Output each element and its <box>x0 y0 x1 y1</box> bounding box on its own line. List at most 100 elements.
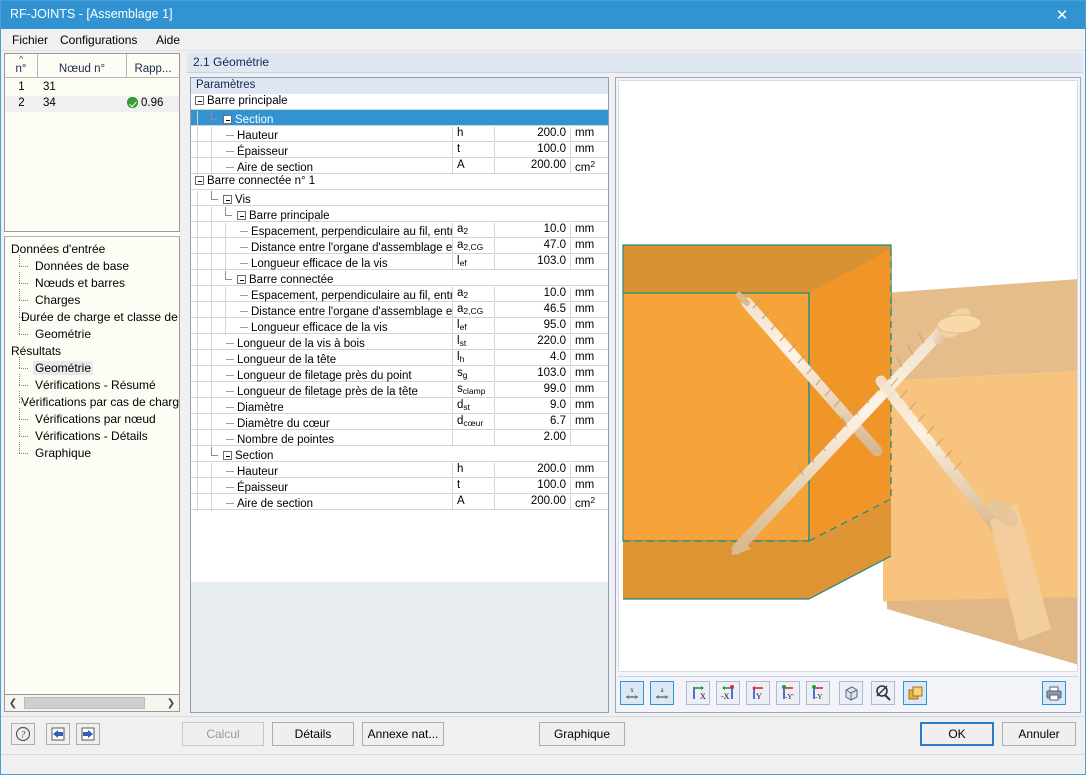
view-x-button[interactable]: X <box>686 681 710 705</box>
3d-viewport[interactable] <box>618 80 1078 672</box>
tree-line-icon <box>19 288 33 307</box>
view-minus-y-button[interactable]: -Y <box>806 681 830 705</box>
tree-item-duree-de-charge[interactable]: Durée de charge et classe de s <box>5 305 179 325</box>
collapse-expander-icon[interactable] <box>223 195 232 204</box>
parameter-symbol: h <box>452 463 494 478</box>
tree-item-verifications-cas-de-charge[interactable]: Vérifications par cas de charge <box>5 390 179 410</box>
tree-item-geometrie-resultats[interactable]: Geométrie <box>5 356 179 376</box>
parameter-row[interactable]: Aire de section A 200.00 cm2 <box>191 494 608 511</box>
close-icon[interactable]: ✕ <box>1039 1 1085 29</box>
parameter-label-text: Longueur de la vis à bois <box>237 338 365 350</box>
collapse-expander-icon[interactable] <box>237 211 246 220</box>
table-row[interactable]: 1 31 <box>5 80 179 96</box>
parameter-row[interactable]: Hauteur h 200.0 mm <box>191 126 608 143</box>
parameter-row[interactable]: Longueur efficace de la vis lef 103.0 mm <box>191 254 608 271</box>
tree-item-donnees-de-base[interactable]: Données de base <box>5 254 179 274</box>
parameter-row[interactable]: Épaisseur t 100.0 mm <box>191 142 608 159</box>
collapse-expander-icon[interactable] <box>237 275 246 284</box>
dimension-x-button[interactable]: x <box>620 681 644 705</box>
help-button[interactable]: ? <box>11 723 35 745</box>
tree-group-donnees-entree[interactable]: Données d'entrée <box>5 240 179 257</box>
tree-item-verifications-details[interactable]: Vérifications - Détails <box>5 424 179 444</box>
isometric-view-button[interactable] <box>839 681 863 705</box>
parameter-group-row[interactable]: Vis <box>191 190 608 207</box>
parameter-group-row[interactable]: Section <box>191 110 608 127</box>
scroll-left-icon[interactable]: ❮ <box>5 695 21 711</box>
left-panel-horizontal-scrollbar[interactable]: ❮ ❯ <box>4 694 180 712</box>
parameter-row[interactable]: Hauteur h 200.0 mm <box>191 462 608 479</box>
status-bar <box>1 754 1085 774</box>
menu-item-configurations[interactable]: Configurations <box>53 32 144 49</box>
collapse-expander-icon[interactable] <box>223 115 232 124</box>
parameter-row[interactable]: Espacement, perpendiculaire au fil, entr… <box>191 286 608 303</box>
tree-item-verifications-par-noeud[interactable]: Vérifications par nœud <box>5 407 179 427</box>
parameter-row[interactable]: Diamètre dst 9.0 mm <box>191 398 608 415</box>
annexe-nationale-button[interactable]: Annexe nat... <box>362 722 444 746</box>
tree-item-geometrie-entree[interactable]: Geométrie <box>5 322 179 342</box>
tree-item-verifications-resume[interactable]: Vérifications - Résumé <box>5 373 179 393</box>
cancel-button[interactable]: Annuler <box>1002 722 1076 746</box>
parameter-row[interactable]: Espacement, perpendiculaire au fil, entr… <box>191 222 608 239</box>
view-minus-x-button[interactable]: -X <box>716 681 740 705</box>
tree-item-label: Nœuds et barres <box>35 275 126 290</box>
parameter-label-text: Diamètre <box>237 402 284 414</box>
parameter-symbol: a2,CG <box>452 303 494 318</box>
grid-col-ratio[interactable]: Rapp... <box>127 54 179 77</box>
previous-button[interactable] <box>46 723 70 745</box>
tree-guide-icon <box>209 415 223 431</box>
tree-group-resultats[interactable]: Résultats <box>5 342 179 359</box>
graphique-button[interactable]: Graphique <box>539 722 625 746</box>
scrollbar-thumb[interactable] <box>24 697 145 709</box>
grid-cell-node: 31 <box>43 81 56 93</box>
tree-guide-icon <box>195 319 209 335</box>
dimension-a-button[interactable]: a <box>650 681 674 705</box>
parameter-value: 46.5 <box>494 303 570 318</box>
tree-guide-icon <box>195 223 209 239</box>
parameter-row[interactable]: Nombre de pointes 2.00 <box>191 430 608 447</box>
zoom-reset-button[interactable] <box>871 681 895 705</box>
view-y-button[interactable]: Y <box>746 681 770 705</box>
parameter-label: Section <box>191 111 608 127</box>
parameter-row[interactable]: Distance entre l'organe d'assemblage et … <box>191 302 608 319</box>
tree-guide-icon <box>223 287 237 303</box>
collapse-expander-icon[interactable] <box>223 451 232 460</box>
print-graphic-button[interactable] <box>1042 681 1066 705</box>
grid-col-node[interactable]: Nœud n° <box>38 54 127 77</box>
tree-item-noeuds-et-barres[interactable]: Nœuds et barres <box>5 271 179 291</box>
parameter-group-row[interactable]: Barre principale <box>191 206 608 223</box>
parameter-row[interactable]: Diamètre du cœur dcœur 6.7 mm <box>191 414 608 431</box>
tree-guide-icon <box>223 239 237 255</box>
parameter-row[interactable]: Longueur de filetage près de la tête scla… <box>191 382 608 399</box>
parameter-label-text: Distance entre l'organe d'assemblage et … <box>251 242 452 254</box>
parameters-table-header: Paramètres <box>191 78 608 94</box>
details-button[interactable]: Détails <box>272 722 354 746</box>
parameter-row[interactable]: Longueur efficace de la vis lef 95.0 mm <box>191 318 608 335</box>
table-row[interactable]: 2 34 0.96 <box>5 96 179 112</box>
parameter-group-row[interactable]: Section <box>191 446 608 463</box>
parameter-row[interactable]: Épaisseur t 100.0 mm <box>191 478 608 495</box>
parameter-value: 6.7 <box>494 415 570 430</box>
parameter-row[interactable]: Longueur de filetage près du point sg 103.… <box>191 366 608 383</box>
parameter-group-row[interactable]: Barre connectée n° 1 <box>191 174 608 190</box>
view-minus-y-prime-button[interactable]: -Y' <box>776 681 800 705</box>
collapse-expander-icon[interactable] <box>195 96 204 105</box>
tree-line-icon <box>19 407 33 426</box>
parameter-group-row[interactable]: Barre connectée <box>191 270 608 287</box>
parameter-row[interactable]: Longueur de la vis à bois lst 220.0 mm <box>191 334 608 351</box>
parameter-row[interactable]: Aire de section A 200.00 cm2 <box>191 158 608 175</box>
menu-item-fichier[interactable]: Fichier <box>5 32 55 49</box>
parameter-label: Distance entre l'organe d'assemblage et … <box>191 303 452 319</box>
ok-button[interactable]: OK <box>920 722 994 746</box>
tree-item-charges[interactable]: Charges <box>5 288 179 308</box>
grid-col-n[interactable]: n° <box>5 54 38 77</box>
calcul-button[interactable]: Calcul <box>182 722 264 746</box>
parameter-row[interactable]: Distance entre l'organe d'assemblage et … <box>191 238 608 255</box>
parameter-row[interactable]: Longueur de la tête lh 4.0 mm <box>191 350 608 367</box>
next-button[interactable] <box>76 723 100 745</box>
collapse-expander-icon[interactable] <box>195 176 204 185</box>
menu-item-aide[interactable]: Aide <box>149 32 187 49</box>
tree-item-graphique[interactable]: Graphique <box>5 441 179 461</box>
parameter-group-row[interactable]: Barre principale <box>191 94 608 110</box>
scroll-right-icon[interactable]: ❯ <box>163 695 179 711</box>
render-mode-button[interactable] <box>903 681 927 705</box>
